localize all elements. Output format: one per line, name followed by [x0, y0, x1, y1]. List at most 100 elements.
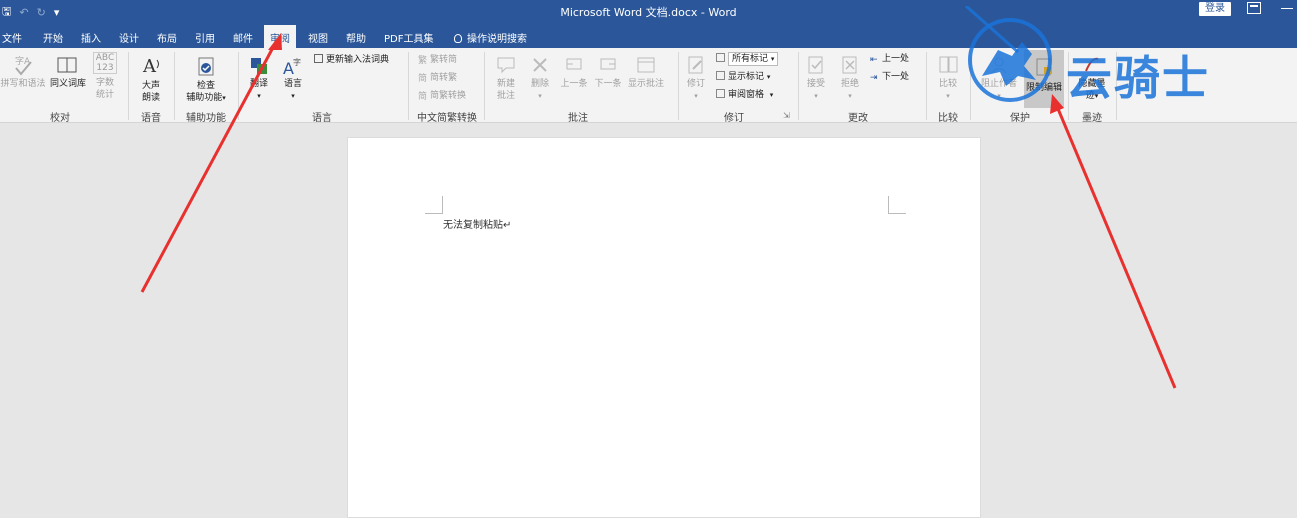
margin-corner-top-right: [888, 196, 906, 214]
word-count-label-2: 统计: [95, 90, 114, 100]
chinese-conversion-label: 简繁转换: [430, 91, 467, 101]
ime-dictionary-icon: [314, 54, 323, 63]
translate-icon: [251, 58, 267, 74]
tab-mailings[interactable]: 邮件: [233, 27, 253, 48]
delete-comment-label: 删除: [530, 79, 549, 89]
tab-layout[interactable]: 布局: [157, 27, 177, 48]
new-comment-label-1: 新建: [496, 79, 515, 89]
word-count-icon: ABC 123: [93, 52, 117, 74]
thesaurus-button[interactable]: 同义词库: [46, 54, 90, 90]
chinese-conversion-button[interactable]: 简简繁转换: [418, 90, 466, 103]
group-tracking-label: 修订: [724, 113, 744, 124]
group-chinese-conversion-label: 中文简繁转换: [417, 113, 477, 124]
show-markup-icon: [716, 71, 725, 80]
read-aloud-icon: A: [142, 56, 159, 77]
simplified-to-traditional-button[interactable]: 简简转繁: [418, 72, 457, 85]
new-comment-icon: [497, 57, 515, 74]
conversion-icon: 简: [418, 92, 428, 102]
separator: [128, 52, 129, 120]
group-changes-label: 更改: [848, 113, 868, 124]
separator: [484, 52, 485, 120]
read-aloud-label-1: 大声: [141, 81, 160, 91]
new-comment-label-2: 批注: [496, 91, 515, 101]
check-accessibility-button[interactable]: 检查 辅助功能▾: [180, 56, 232, 104]
markup-dropdown[interactable]: 所有标记 ▾: [728, 52, 779, 66]
next-comment-icon: [600, 58, 616, 70]
check-accessibility-label-1: 检查: [196, 81, 215, 91]
previous-comment-icon: [566, 58, 582, 70]
update-ime-dictionary-label: 更新输入法词典: [326, 55, 390, 65]
track-changes-icon: [688, 56, 703, 74]
group-compare-label: 比较: [938, 113, 958, 124]
arrow-to-restrict-editing: [1054, 103, 1177, 389]
tell-me-search[interactable]: 操作说明搜索: [454, 27, 527, 48]
language-icon: A字: [283, 57, 301, 76]
translate-button[interactable]: 翻译 ▾: [244, 56, 274, 102]
language-label: 语言: [283, 79, 302, 89]
previous-change-label: 上一处: [882, 54, 910, 64]
spelling-grammar-button[interactable]: 字A 拼写和语法: [0, 54, 46, 90]
t2s-label: 繁转简: [430, 55, 458, 65]
markup-select[interactable]: 所有标记 ▾: [716, 52, 779, 66]
tab-pdf-tools[interactable]: PDF工具集: [384, 27, 433, 48]
book-icon: [57, 57, 77, 73]
tab-design[interactable]: 设计: [119, 27, 139, 48]
tab-insert[interactable]: 插入: [81, 27, 101, 48]
markup-icon: [716, 53, 725, 62]
group-accessibility-label: 辅助功能: [186, 113, 226, 124]
reviewing-pane-icon: [716, 89, 725, 98]
watermark-text: 云骑士: [1066, 51, 1210, 105]
reject-icon: [842, 56, 857, 74]
delete-comment-button[interactable]: 删除 ▾: [526, 54, 554, 102]
check-accessibility-label-2: 辅助功能: [186, 93, 223, 103]
separator: [408, 52, 409, 120]
separator: [678, 52, 679, 120]
word-count-label-1: 字数: [95, 78, 114, 88]
traditional-to-simplified-button[interactable]: 繁繁转简: [418, 54, 457, 67]
show-comments-button[interactable]: 显示批注: [626, 54, 666, 90]
tab-home[interactable]: 开始: [43, 27, 63, 48]
thesaurus-label: 同义词库: [49, 79, 86, 89]
show-comments-label: 显示批注: [627, 79, 664, 89]
next-change-label: 下一处: [882, 72, 910, 82]
accept-label: 接受: [806, 79, 825, 89]
tab-references[interactable]: 引用: [195, 27, 215, 48]
language-button[interactable]: A字 语言 ▾: [278, 56, 308, 102]
previous-comment-button[interactable]: 上一条: [558, 54, 590, 90]
tab-help[interactable]: 帮助: [346, 27, 366, 48]
show-markup-label: 显示标记: [728, 72, 765, 82]
next-change-icon: ⇥: [870, 73, 878, 83]
track-changes-button[interactable]: 修订 ▾: [682, 54, 710, 102]
tracking-dialog-launcher-icon[interactable]: ⇲: [783, 111, 790, 120]
compare-label: 比较: [938, 79, 957, 89]
s2t-icon: 简: [418, 74, 428, 84]
separator: [174, 52, 175, 120]
tab-view[interactable]: 视图: [308, 27, 328, 48]
word-count-button[interactable]: ABC 123 字数 统计: [90, 52, 120, 101]
read-aloud-label-2: 朗读: [141, 93, 160, 103]
accept-button[interactable]: 接受 ▾: [802, 54, 830, 102]
read-aloud-button[interactable]: A 大声 朗读: [134, 54, 168, 104]
s2t-label: 简转繁: [430, 73, 458, 83]
next-change-button[interactable]: ⇥ 下一处: [870, 71, 909, 84]
document-page[interactable]: 无法复制粘贴↵: [347, 137, 981, 518]
tab-review[interactable]: 审阅: [264, 25, 296, 48]
next-comment-button[interactable]: 下一条: [592, 54, 624, 90]
t2s-icon: 繁: [418, 56, 428, 66]
update-ime-dictionary-button[interactable]: 更新输入法词典: [314, 54, 389, 67]
document-text[interactable]: 无法复制粘贴↵: [443, 216, 511, 231]
group-ink-label: 墨迹: [1082, 113, 1102, 124]
show-markup-button[interactable]: 显示标记 ▾: [716, 71, 770, 84]
reject-label: 拒绝: [840, 79, 859, 89]
reviewing-pane-button[interactable]: 审阅窗格 ▾: [716, 89, 773, 102]
margin-corner-top-left: [425, 196, 443, 214]
previous-comment-label: 上一条: [560, 79, 588, 89]
group-speech-label: 语音: [141, 113, 161, 124]
new-comment-button[interactable]: 新建 批注: [490, 54, 522, 102]
previous-change-button[interactable]: ⇤ 上一处: [870, 53, 909, 66]
reject-button[interactable]: 拒绝 ▾: [836, 54, 864, 102]
track-changes-label: 修订: [686, 79, 705, 89]
tab-file[interactable]: 文件: [2, 27, 22, 48]
show-comments-icon: [637, 57, 655, 73]
tell-me-label: 操作说明搜索: [467, 34, 527, 45]
